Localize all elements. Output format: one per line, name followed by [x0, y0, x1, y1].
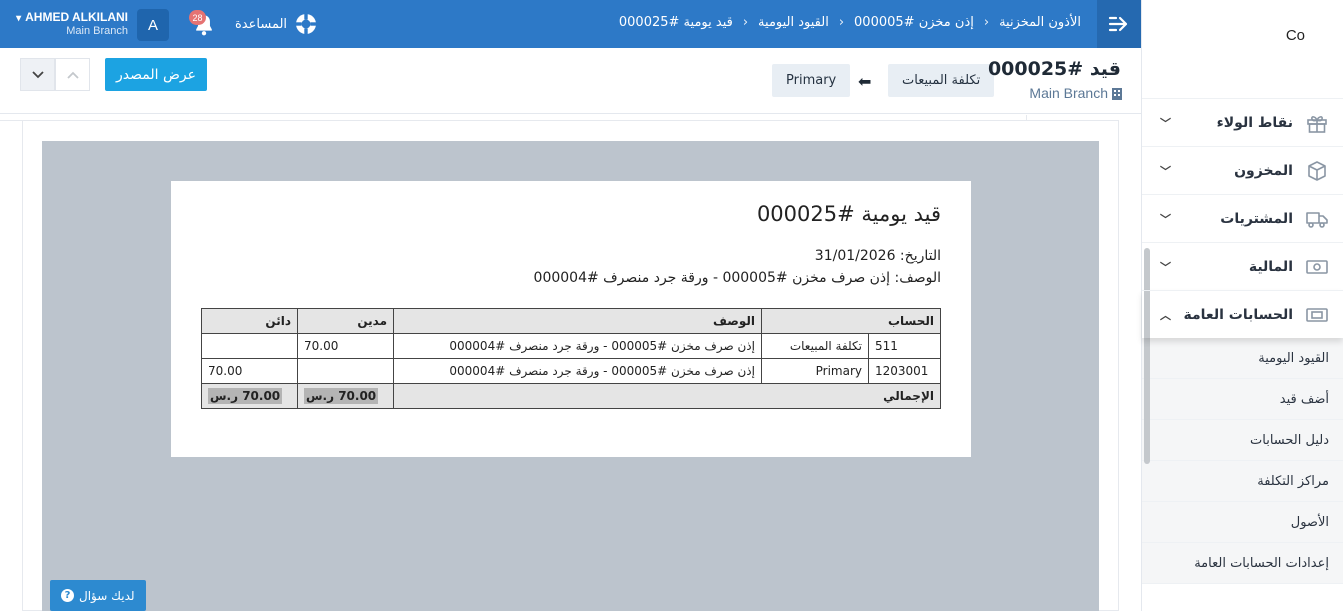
- user-branch: Main Branch: [66, 25, 128, 37]
- sidebar-scrollbar[interactable]: [1144, 248, 1150, 464]
- row-description: إذن صرف مخزن #000005 - ورقة جرد منصرف #0…: [393, 333, 762, 359]
- account-tag-cogs[interactable]: تكلفة المبيعات: [888, 64, 995, 97]
- sidebar-item-label: المالية: [1248, 258, 1293, 275]
- help-label: المساعدة: [235, 16, 288, 32]
- chevron-up-icon: ︿: [1160, 309, 1171, 322]
- ask-question-label: لديك سؤال: [79, 588, 135, 603]
- building-icon: [1112, 87, 1122, 100]
- arrow-right-icon: [1108, 16, 1128, 32]
- question-icon: ?: [61, 589, 74, 602]
- breadcrumb-item[interactable]: القيود اليومية: [758, 15, 829, 30]
- column-header-debit: مدين: [297, 308, 394, 334]
- sidebar-item-label: المخزون: [1234, 162, 1293, 179]
- sidebar: Co نقاط الولاء ﹀ المخزون ﹀ المشتريات ﹀ ا…: [1141, 0, 1343, 611]
- table-row: 511 تكلفة المبيعات إذن صرف مخزن #000005 …: [201, 333, 941, 359]
- row-description: إذن صرف مخزن #000005 - ورقة جرد منصرف #0…: [393, 358, 762, 384]
- breadcrumb: الأذون المخزنية ‹ إذن مخزن #000005 ‹ الق…: [619, 15, 1081, 30]
- sidebar-item-label: نقاط الولاء: [1216, 114, 1293, 131]
- document-preview: قيد يومية #000025 التاريخ: 31/01/2026 ال…: [42, 141, 1099, 611]
- ask-question-button[interactable]: ? لديك سؤال: [50, 580, 146, 611]
- table-row: 1203001 Primary إذن صرف مخزن #000005 - و…: [201, 358, 941, 384]
- breadcrumb-current: قيد يومية #000025: [618, 15, 733, 30]
- next-record-button[interactable]: [20, 58, 55, 91]
- sidebar-subitem-settings[interactable]: إعدادات الحسابات العامة: [1142, 543, 1343, 584]
- sidebar-item-inventory[interactable]: المخزون ﹀: [1142, 146, 1343, 194]
- truck-icon: [1306, 211, 1328, 228]
- journal-entry-paper: قيد يومية #000025 التاريخ: 31/01/2026 ال…: [171, 181, 971, 457]
- top-navigation-bar: AHMED ALKILANI Main Branch A 28 المساعدة…: [0, 0, 1141, 48]
- account-code: 1203001: [868, 358, 941, 384]
- branch-label: Main Branch: [1029, 85, 1108, 101]
- money-icon: [1306, 259, 1328, 274]
- box-icon: [1308, 160, 1326, 181]
- help-link[interactable]: المساعدة: [235, 12, 318, 36]
- total-credit-cell: 70.00 ر.س: [201, 383, 298, 409]
- sidebar-item-label: المشتريات: [1220, 210, 1293, 227]
- total-credit: 70.00 ر.س: [208, 388, 283, 404]
- gift-icon: [1307, 115, 1327, 133]
- row-credit: 70.00: [201, 358, 298, 384]
- account-name: Primary: [761, 358, 869, 384]
- sidebar-item-finance[interactable]: المالية ﹀: [1142, 242, 1343, 290]
- chevron-down-icon: ﹀: [1160, 213, 1171, 226]
- table-header-row: الحساب الوصف مدين دائن: [201, 308, 941, 334]
- total-debit: 70.00 ر.س: [304, 388, 379, 404]
- column-header-credit: دائن: [201, 308, 298, 334]
- chevron-down-icon: ﹀: [1160, 165, 1171, 178]
- previous-record-button[interactable]: [55, 58, 90, 91]
- total-debit-cell: 70.00 ر.س: [297, 383, 394, 409]
- column-header-description: الوصف: [393, 308, 762, 334]
- column-header-account: الحساب: [761, 308, 941, 334]
- document-description: الوصف: إذن صرف مخزن #000005 - ورقة جرد م…: [533, 270, 941, 286]
- sidebar-subitem-assets[interactable]: الأصول: [1142, 502, 1343, 543]
- menu-toggle-button[interactable]: [1097, 0, 1141, 48]
- notification-badge: 28: [189, 10, 206, 25]
- sidebar-subitem-add-entry[interactable]: أضف قيد: [1142, 379, 1343, 420]
- account-name: تكلفة المبيعات: [761, 333, 869, 359]
- chevron-left-icon: ‹: [742, 15, 749, 30]
- user-menu[interactable]: AHMED ALKILANI Main Branch: [6, 10, 128, 37]
- view-source-button[interactable]: عرض المصدر: [105, 58, 207, 91]
- chevron-down-icon: ﹀: [1160, 117, 1171, 130]
- row-debit: 70.00: [297, 333, 394, 359]
- account-tag-primary[interactable]: Primary: [772, 64, 851, 97]
- sidebar-subitem-journal-entries[interactable]: القيود اليومية: [1142, 338, 1343, 379]
- document-title: قيد يومية #000025: [756, 202, 941, 226]
- sidebar-item-label: الحسابات العامة: [1183, 306, 1293, 323]
- document-branch: Main Branch: [1029, 85, 1123, 101]
- sidebar-subitem-chart-of-accounts[interactable]: دليل الحسابات: [1142, 420, 1343, 461]
- chevron-down-icon: [31, 70, 44, 78]
- account-code: 511: [868, 333, 941, 359]
- total-label: الإجمالي: [393, 383, 941, 409]
- sidebar-subitem-cost-centers[interactable]: مراكز التكلفة: [1142, 461, 1343, 502]
- journal-table: الحساب الوصف مدين دائن 511 تكلفة المبيعا…: [201, 308, 941, 409]
- sidebar-header: Co: [1142, 0, 1343, 98]
- sidebar-item-purchases[interactable]: المشتريات ﹀: [1142, 194, 1343, 242]
- company-name: Co: [1285, 27, 1305, 44]
- sidebar-item-loyalty[interactable]: نقاط الولاء ﹀: [1142, 98, 1343, 146]
- avatar[interactable]: A: [137, 9, 169, 41]
- sidebar-item-general-accounts[interactable]: الحسابات العامة ︿: [1142, 290, 1343, 338]
- row-credit: [201, 333, 298, 359]
- ledger-icon: [1306, 307, 1328, 322]
- row-debit: [297, 358, 394, 384]
- document-date: التاريخ: 31/01/2026: [814, 248, 941, 264]
- document-header: عرض المصدر Primary ⬅ تكلفة المبيعات: [0, 48, 1141, 114]
- breadcrumb-item[interactable]: إذن مخزن #000005: [854, 15, 974, 30]
- chevron-left-icon: ‹: [838, 15, 845, 30]
- table-total-row: الإجمالي 70.00 ر.س 70.00 ر.س: [201, 383, 941, 409]
- main-content: قيد يومية #000025 التاريخ: 31/01/2026 ال…: [0, 115, 1141, 611]
- record-navigation: [20, 58, 90, 91]
- lifebuoy-icon: [295, 13, 317, 35]
- chevron-down-icon: ﹀: [1160, 261, 1171, 274]
- user-name[interactable]: AHMED ALKILANI: [6, 10, 128, 24]
- breadcrumb-item[interactable]: الأذون المخزنية: [999, 15, 1081, 30]
- arrow-left-icon: ⬅: [858, 72, 872, 91]
- page-title: قيد #000025: [987, 58, 1121, 80]
- chevron-up-icon: [66, 71, 79, 79]
- chevron-left-icon: ‹: [983, 15, 990, 30]
